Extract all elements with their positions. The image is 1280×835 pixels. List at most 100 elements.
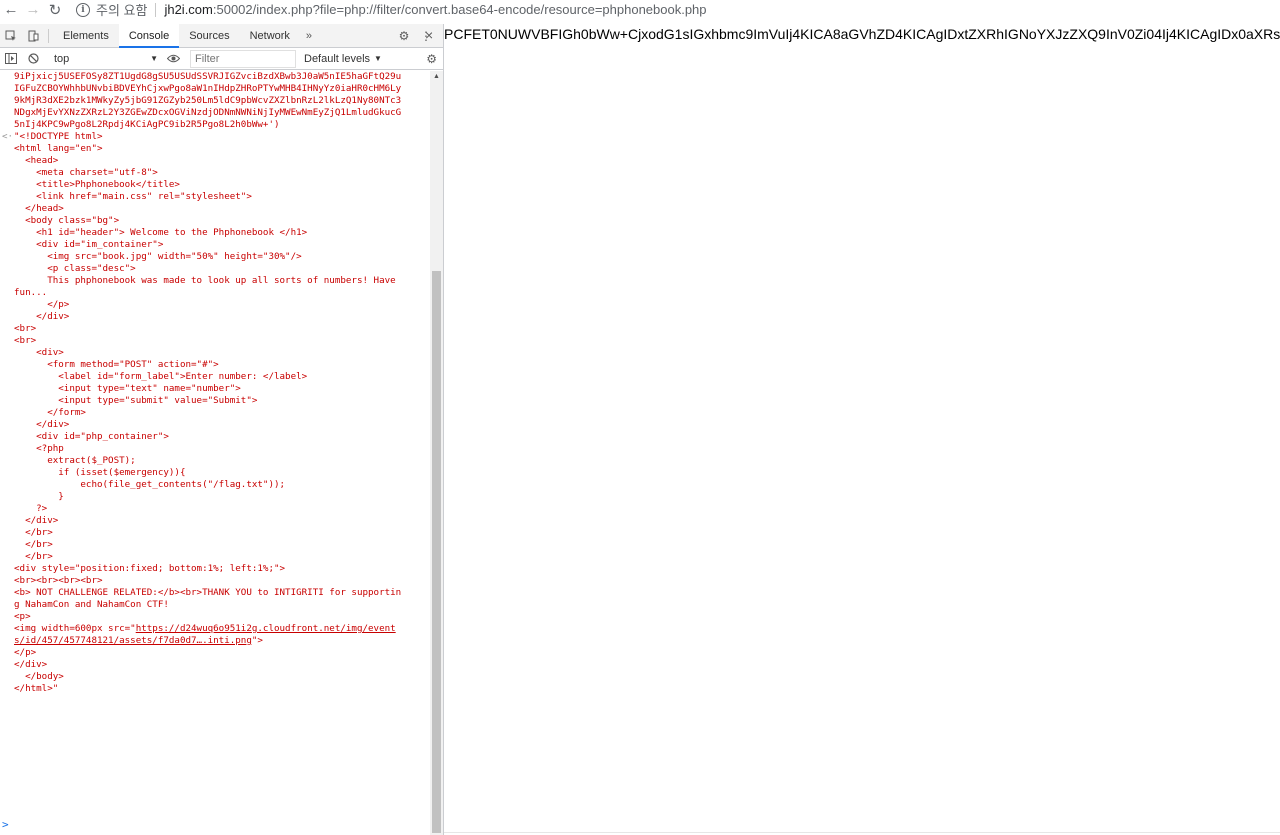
console-line: <meta charset="utf-8"> bbox=[0, 167, 430, 179]
live-expression-eye-icon[interactable] bbox=[162, 47, 184, 71]
console-text: <img width=600px src=" bbox=[14, 623, 136, 634]
console-line: echo(file_get_contents("/flag.txt")); bbox=[0, 479, 430, 491]
console-line: </html>" bbox=[0, 683, 430, 695]
scrollbar-thumb[interactable] bbox=[432, 271, 441, 833]
console-text: </p> bbox=[14, 647, 37, 658]
console-line: <input type="submit" value="Submit"> bbox=[0, 395, 430, 407]
console-line: <p class="desc"> bbox=[0, 263, 430, 275]
console-text: </br> bbox=[14, 539, 53, 550]
console-text: <div> bbox=[14, 347, 64, 358]
log-levels-dropdown[interactable]: Default levels ▼ bbox=[304, 53, 382, 65]
console-line: <link href="main.css" rel="stylesheet"> bbox=[0, 191, 430, 203]
log-levels-label: Default levels bbox=[304, 52, 371, 65]
console-line: </div> bbox=[0, 515, 430, 527]
back-button[interactable]: ← bbox=[0, 0, 22, 19]
clear-console-icon[interactable] bbox=[22, 47, 44, 71]
console-text: </head> bbox=[14, 203, 64, 214]
console-text: </div> bbox=[14, 419, 70, 430]
address-bar[interactable]: jh2i.com:50002/index.php?file=php://filt… bbox=[164, 2, 706, 17]
console-line: This phphonebook was made to look up all… bbox=[0, 275, 430, 287]
tab-sources[interactable]: Sources bbox=[179, 24, 239, 48]
console-line: <br><br><br><br> bbox=[0, 575, 430, 587]
console-line: 5nIj4KPC9wPgo8L2Rpdj4KCiAgPC9ib2R5Pgo8L2… bbox=[0, 119, 430, 131]
chevron-down-icon: ▼ bbox=[150, 54, 158, 63]
console-settings-gear-icon[interactable]: ⚙ bbox=[426, 48, 437, 70]
console-text: ?> bbox=[14, 503, 48, 514]
console-text: 9iPjxicj5USEFOSy8ZT1UgdG8gSU5USUdSSVRJIG… bbox=[14, 71, 402, 82]
chevron-down-icon: ▼ bbox=[374, 54, 382, 63]
console-text: <br> bbox=[14, 335, 37, 346]
context-select[interactable]: top ▼ bbox=[48, 50, 162, 68]
sidebar-toggle-icon[interactable] bbox=[0, 47, 22, 71]
console-text: <h1 id="header"> Welcome to the Phphoneb… bbox=[14, 227, 308, 238]
inspect-element-icon[interactable] bbox=[0, 24, 22, 48]
console-line: } bbox=[0, 491, 430, 503]
console-line: if (isset($emergency)){ bbox=[0, 467, 430, 479]
console-line: <title>Phphonebook</title> bbox=[0, 179, 430, 191]
console-text: <input type="submit" value="Submit"> bbox=[14, 395, 258, 406]
scroll-up-arrow-icon[interactable]: ▲ bbox=[433, 73, 440, 80]
console-text: <div id="php_container"> bbox=[14, 431, 169, 442]
url-path: :50002/index.php?file=php://filter/conve… bbox=[212, 2, 707, 17]
console-line: </p> bbox=[0, 299, 430, 311]
console-line: fun... bbox=[0, 287, 430, 299]
console-line: <?php bbox=[0, 443, 430, 455]
console-line: </head> bbox=[0, 203, 430, 215]
security-status[interactable]: 주의 요함 bbox=[96, 0, 147, 19]
page-body-text: PCFET0NUWVBFIGh0bWw+CjxodG1sIGxhbmc9ImVu… bbox=[444, 26, 1280, 42]
tab-console[interactable]: Console bbox=[118, 23, 180, 48]
console-filter-bar: top ▼ Default levels ▼ ⚙ bbox=[0, 48, 443, 70]
devtools-panel: Elements Console Sources Network » ⚙ ⋮ t… bbox=[0, 23, 444, 835]
more-tabs-icon[interactable]: » bbox=[300, 30, 318, 42]
tab-elements[interactable]: Elements bbox=[53, 24, 119, 48]
console-text: </form> bbox=[14, 407, 86, 418]
browser-toolbar: ← → ↻ i 주의 요함 jh2i.com:50002/index.php?f… bbox=[0, 0, 1280, 19]
console-line: </p> bbox=[0, 647, 430, 659]
reload-button[interactable]: ↻ bbox=[44, 0, 66, 19]
info-icon[interactable]: i bbox=[76, 2, 90, 17]
url-divider bbox=[155, 2, 157, 17]
devtools-tabbar: Elements Console Sources Network » ⚙ ⋮ bbox=[0, 23, 443, 48]
console-line: </body> bbox=[0, 671, 430, 683]
console-prompt[interactable]: > bbox=[2, 819, 9, 831]
source-tail: </p> </div> </body> </html>" bbox=[0, 647, 430, 695]
console-scrollbar[interactable]: ▲ bbox=[430, 71, 443, 835]
console-line: <b> NOT CHALLENGE RELATED:</b><br>THANK … bbox=[0, 587, 430, 599]
console-text: <b> NOT CHALLENGE RELATED:</b><br>THANK … bbox=[14, 587, 402, 598]
close-devtools-icon[interactable]: × bbox=[425, 27, 433, 43]
image-link[interactable]: s/id/457/457748121/assets/f7da0d7….inti.… bbox=[14, 635, 252, 646]
console-text: 9kMjR3dXE2bzk1MWkyZy5jbG91ZGZyb250Lm5ldC… bbox=[14, 95, 402, 106]
console-text: fun... bbox=[14, 287, 48, 298]
image-link[interactable]: https://d24wuq6o951i2g.cloudfront.net/im… bbox=[136, 623, 396, 634]
console-line: </form> bbox=[0, 407, 430, 419]
console-line: <h1 id="header"> Welcome to the Phphoneb… bbox=[0, 227, 430, 239]
console-line: <div style="position:fixed; bottom:1%; l… bbox=[0, 563, 430, 575]
forward-button[interactable]: → bbox=[22, 0, 44, 19]
settings-gear-icon[interactable]: ⚙ bbox=[393, 29, 415, 43]
result-arrow-icon: <· bbox=[2, 131, 14, 142]
console-line: <html lang="en"> bbox=[0, 143, 430, 155]
console-text: </p> bbox=[14, 299, 70, 310]
console-line: s/id/457/457748121/assets/f7da0d7….inti.… bbox=[0, 635, 430, 647]
console-text: </div> bbox=[14, 515, 59, 526]
console-text: <p> bbox=[14, 611, 31, 622]
console-text: </br> bbox=[14, 527, 53, 538]
console-text: NDgxMjEvYXNzZXRzL2Y3ZGEwZDcxOGViNzdjODNm… bbox=[14, 107, 402, 118]
device-toolbar-icon[interactable] bbox=[22, 24, 44, 48]
page-divider bbox=[444, 832, 1280, 833]
console-text: g NahamCon and NahamCon CTF! bbox=[14, 599, 169, 610]
console-line: g NahamCon and NahamCon CTF! bbox=[0, 599, 430, 611]
toolbar-divider bbox=[48, 28, 49, 43]
console-text: <title>Phphonebook</title> bbox=[14, 179, 180, 190]
console-text: if (isset($emergency)){ bbox=[14, 467, 186, 478]
console-text: IGFuZCBOYWhhbUNvbiBDVEYhCjxwPgo8aW1nIHdp… bbox=[14, 83, 402, 94]
console-filter-input[interactable] bbox=[190, 49, 296, 68]
base64-output: 9iPjxicj5USEFOSy8ZT1UgdG8gSU5USUdSSVRJIG… bbox=[0, 71, 430, 131]
console-line: <p> bbox=[0, 611, 430, 623]
console-text: </div> bbox=[14, 311, 70, 322]
console-line: </div> bbox=[0, 659, 430, 671]
console-line: <img src="book.jpg" width="50%" height="… bbox=[0, 251, 430, 263]
console-line: extract($_POST); bbox=[0, 455, 430, 467]
tab-network[interactable]: Network bbox=[240, 24, 300, 48]
console-text: <br> bbox=[14, 323, 37, 334]
